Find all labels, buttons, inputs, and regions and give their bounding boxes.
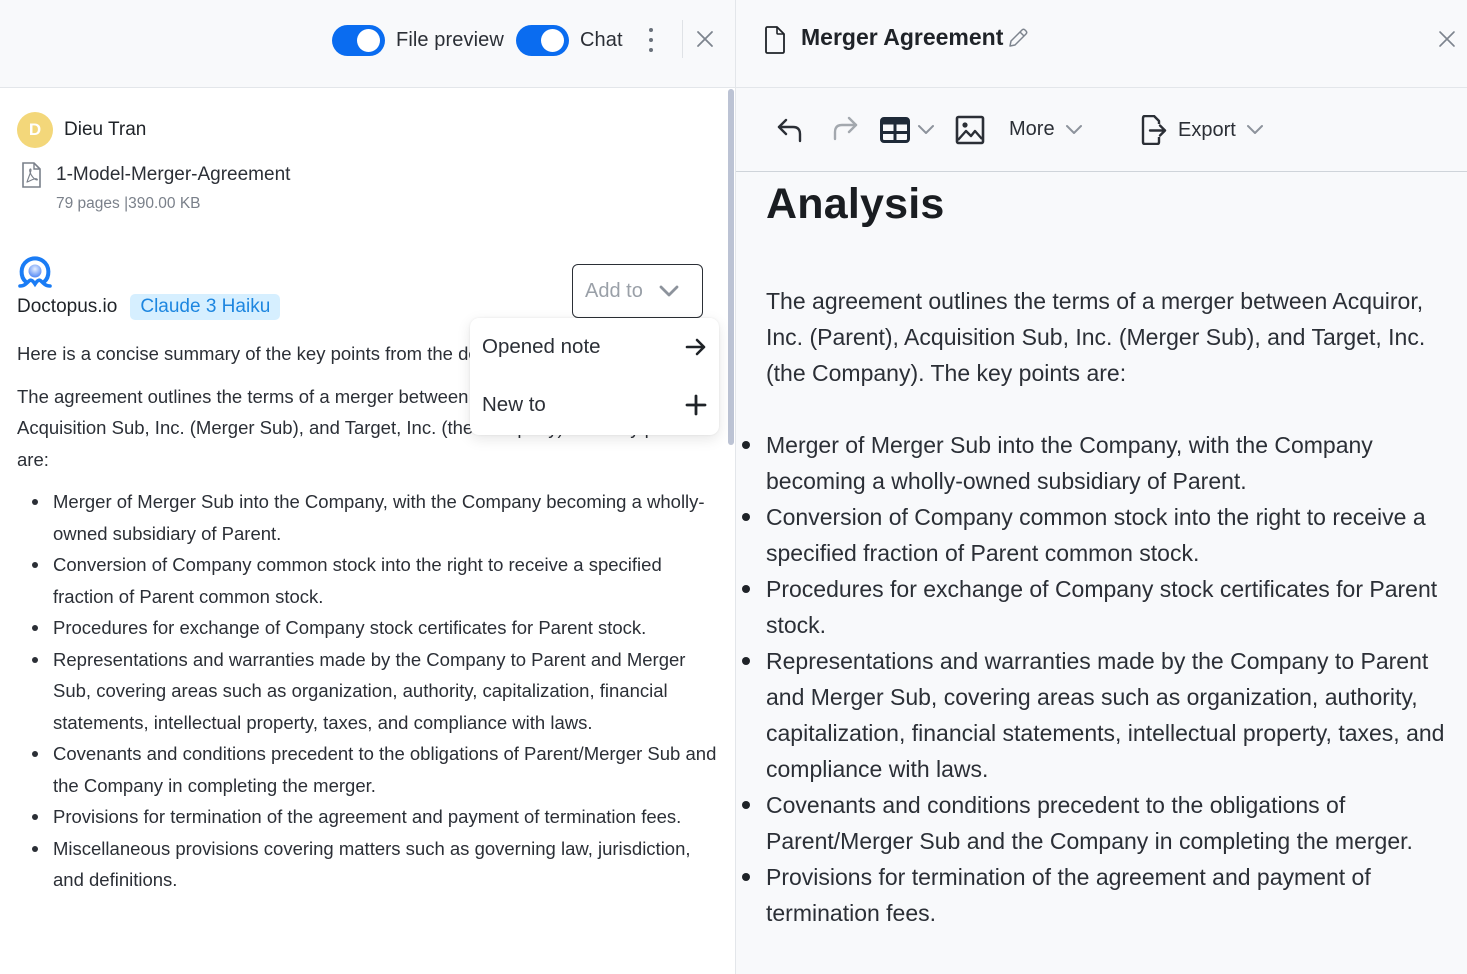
- document-heading: Analysis: [766, 180, 945, 228]
- brand-name: Doctopus.io: [17, 296, 118, 317]
- export-label: Export: [1178, 118, 1236, 141]
- undo-icon: [777, 118, 802, 143]
- image-icon: [955, 115, 985, 145]
- redo-button[interactable]: [831, 114, 859, 142]
- list-item: Merger of Merger Sub into the Company, w…: [742, 427, 1456, 499]
- doctopus-logo-icon: [18, 256, 52, 288]
- plus-icon: [685, 394, 707, 416]
- list-item: Conversion of Company common stock into …: [17, 549, 717, 612]
- chevron-down-icon: [1246, 125, 1263, 134]
- note-panel: Merger Agreement More Export Analysis Th…: [736, 0, 1467, 974]
- user-name: Dieu Tran: [64, 119, 147, 140]
- document-icon: [765, 26, 785, 54]
- more-button[interactable]: More: [1009, 118, 1083, 141]
- list-item: Covenants and conditions precedent to th…: [742, 787, 1456, 859]
- note-title: Merger Agreement: [801, 24, 1004, 50]
- undo-button[interactable]: [776, 116, 804, 144]
- close-icon[interactable]: [694, 28, 716, 50]
- insert-image-button[interactable]: [955, 115, 985, 145]
- note-header: Merger Agreement: [736, 0, 1467, 88]
- header-divider: [682, 20, 683, 58]
- export-button[interactable]: Export: [1141, 115, 1264, 145]
- attachment-file-name: 1-Model-Merger-Agreement: [56, 164, 291, 185]
- note-editor[interactable]: Analysis The agreement outlines the term…: [742, 176, 1456, 931]
- file-preview-label: File preview: [396, 28, 504, 51]
- menu-item-opened-note[interactable]: Opened note: [470, 322, 719, 372]
- arrow-right-icon: [685, 338, 706, 356]
- more-label: More: [1009, 118, 1055, 140]
- insert-table-button[interactable]: [880, 117, 935, 143]
- chevron-down-icon: [659, 285, 679, 297]
- list-item: Representations and warranties made by t…: [17, 644, 717, 739]
- chat-scrollbar-thumb[interactable]: [728, 89, 734, 445]
- chat-toggle[interactable]: [516, 24, 569, 56]
- document-bullet-list: Merger of Merger Sub into the Company, w…: [742, 427, 1456, 931]
- add-to-label: Add to: [585, 279, 643, 302]
- list-item: Merger of Merger Sub into the Company, w…: [17, 486, 717, 549]
- list-item: Representations and warranties made by t…: [742, 643, 1456, 787]
- assistant-message-header: Doctopus.io Claude 3 Haiku: [17, 294, 281, 320]
- add-to-button[interactable]: Add to: [572, 264, 703, 318]
- answer-bullet-list: Merger of Merger Sub into the Company, w…: [17, 486, 717, 896]
- avatar: D: [17, 112, 53, 148]
- menu-item-label: Opened note: [482, 335, 601, 358]
- list-item: Procedures for exchange of Company stock…: [742, 571, 1456, 643]
- list-item: Provisions for termination of the agreem…: [742, 859, 1456, 931]
- editor-toolbar: More Export: [736, 88, 1467, 172]
- table-icon: [880, 117, 910, 143]
- add-to-menu: Opened note New to: [470, 318, 719, 435]
- chat-panel: File preview Chat D Dieu Tran 1-Model-Me…: [0, 0, 735, 974]
- document-paragraph: The agreement outlines the terms of a me…: [766, 288, 1426, 386]
- list-item: Conversion of Company common stock into …: [742, 499, 1456, 571]
- file-preview-toggle-group: File preview: [332, 24, 504, 56]
- chat-label: Chat: [580, 28, 623, 51]
- list-item: Procedures for exchange of Company stock…: [17, 612, 717, 644]
- chevron-down-icon: [1065, 124, 1082, 134]
- model-badge: Claude 3 Haiku: [130, 294, 281, 320]
- export-icon: [1141, 115, 1167, 145]
- list-item: Provisions for termination of the agreem…: [17, 801, 717, 833]
- menu-item-new-to[interactable]: New to: [470, 380, 719, 430]
- chevron-down-icon: [918, 125, 934, 134]
- attachment-meta: 79 pages |390.00 KB: [56, 195, 201, 212]
- list-item: Covenants and conditions precedent to th…: [17, 738, 717, 801]
- user-message-header: D Dieu Tran: [17, 112, 146, 148]
- redo-icon: [833, 116, 858, 141]
- pdf-file-icon: [22, 162, 41, 188]
- kebab-vertical-icon[interactable]: [641, 25, 661, 55]
- chat-header: File preview Chat: [0, 0, 735, 88]
- attachment[interactable]: 1-Model-Merger-Agreement: [21, 162, 290, 188]
- chat-toggle-group: Chat: [516, 24, 623, 56]
- menu-item-label: New to: [482, 393, 546, 416]
- file-preview-toggle[interactable]: [332, 24, 385, 56]
- pencil-icon[interactable]: [1006, 26, 1030, 50]
- list-item: Miscellaneous provisions covering matter…: [17, 833, 717, 896]
- close-icon[interactable]: [1437, 29, 1457, 49]
